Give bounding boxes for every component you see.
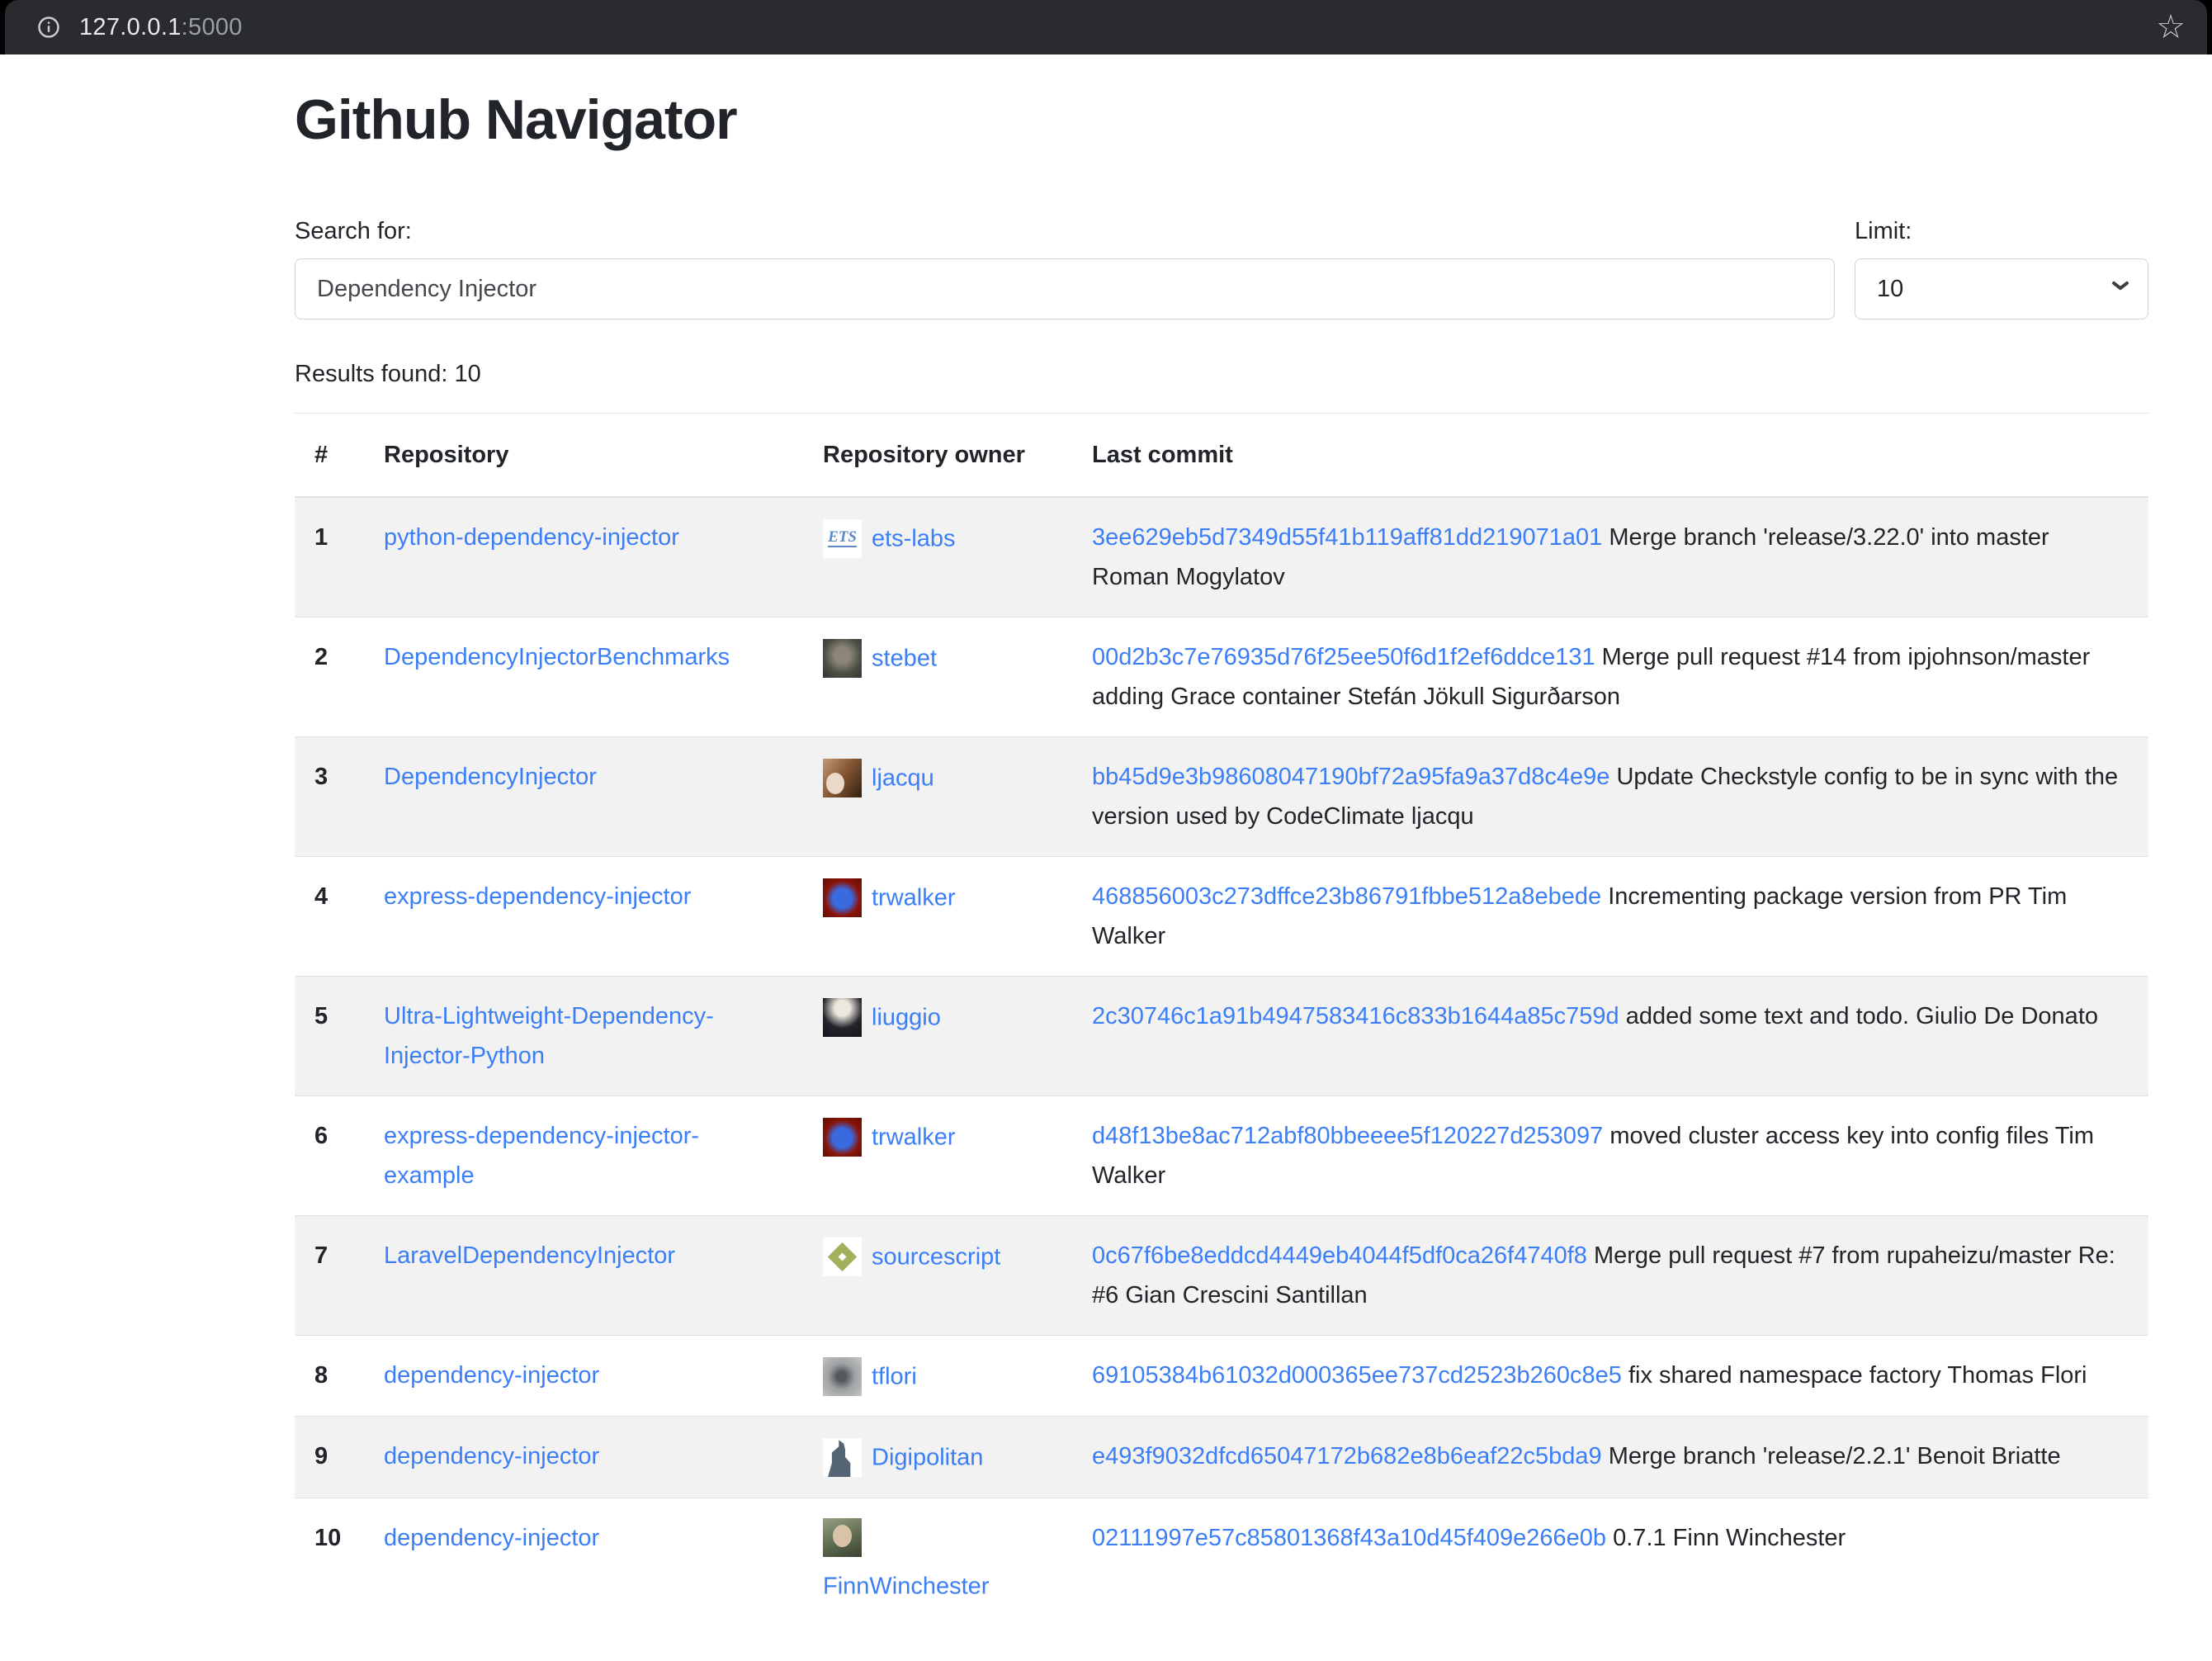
chevron-down-icon xyxy=(2111,283,2129,295)
commit-message: added some text and todo. Giulio De Dona… xyxy=(1626,1003,2098,1029)
info-icon[interactable] xyxy=(36,15,61,40)
owner-link[interactable]: liuggio xyxy=(872,1004,941,1030)
limit-label: Limit: xyxy=(1855,218,2148,245)
row-number: 5 xyxy=(295,977,364,1096)
owner-link[interactable]: stebet xyxy=(872,645,937,671)
repo-link[interactable]: python-dependency-injector xyxy=(384,524,679,551)
trwalker-photo-avatar xyxy=(823,1118,862,1157)
commit-hash-link[interactable]: bb45d9e3b98608047190bf72a95fa9a37d8c4e9e xyxy=(1092,764,1609,790)
page-title: Github Navigator xyxy=(295,54,2148,152)
url-port: :5000 xyxy=(182,14,243,40)
owner-link[interactable]: FinnWinchester xyxy=(823,1573,989,1599)
header-number: # xyxy=(295,414,364,498)
commit-hash-link[interactable]: 0c67f6be8eddcd4449eb4044f5df0ca26f4740f8 xyxy=(1092,1242,1587,1269)
bookmark-star-icon[interactable]: ☆ xyxy=(2156,11,2186,44)
row-number: 8 xyxy=(295,1336,364,1417)
commit-message: Merge branch 'release/2.2.1' Benoit Bria… xyxy=(1609,1443,2061,1469)
url-host: 127.0.0.1 xyxy=(79,14,182,40)
url-text: 127.0.0.1:5000 xyxy=(79,14,243,41)
repo-link[interactable]: dependency-injector xyxy=(384,1525,599,1551)
table-header-row: # Repository Repository owner Last commi… xyxy=(295,414,2148,498)
sourcescript-logo-avatar xyxy=(823,1237,862,1276)
stebet-photo-avatar xyxy=(823,639,862,678)
repo-link[interactable]: express-dependency-injector-example xyxy=(384,1123,699,1189)
liuggio-photo-avatar xyxy=(823,998,862,1037)
table-row: 3 DependencyInjector ljacqu bb45d9e3b986… xyxy=(295,737,2148,857)
row-number: 1 xyxy=(295,497,364,618)
tflori-photo-avatar xyxy=(823,1357,862,1396)
search-label: Search for: xyxy=(295,218,1835,245)
table-row: 2 DependencyInjectorBenchmarks stebet 00… xyxy=(295,618,2148,737)
owner-link[interactable]: ets-labs xyxy=(872,525,956,551)
table-row: 5 Ultra-Lightweight-Dependency-Injector-… xyxy=(295,977,2148,1096)
results-count: Results found: 10 xyxy=(295,361,2148,388)
repo-link[interactable]: DependencyInjector xyxy=(384,764,597,790)
address-bar[interactable]: 127.0.0.1:5000 ☆ xyxy=(5,0,2207,54)
table-row: 9 dependency-injector Digipolitan e493f9… xyxy=(295,1417,2148,1498)
row-number: 4 xyxy=(295,857,364,977)
table-row: 10 dependency-injector FinnWinchester 02… xyxy=(295,1498,2148,1626)
commit-hash-link[interactable]: 468856003c273dffce23b86791fbbe512a8ebede xyxy=(1092,883,1601,910)
table-row: 7 LaravelDependencyInjector sourcescript… xyxy=(295,1216,2148,1336)
owner-link[interactable]: ljacqu xyxy=(872,764,934,791)
repo-link[interactable]: dependency-injector xyxy=(384,1443,599,1469)
table-row: 4 express-dependency-injector trwalker 4… xyxy=(295,857,2148,977)
trwalker-photo-avatar xyxy=(823,878,862,917)
search-form: Search for: Limit: 10 xyxy=(295,218,2148,319)
header-repository: Repository xyxy=(364,414,803,498)
owner-link[interactable]: trwalker xyxy=(872,1124,956,1150)
commit-message: 0.7.1 Finn Winchester xyxy=(1613,1525,1846,1551)
repo-link[interactable]: DependencyInjectorBenchmarks xyxy=(384,644,730,670)
commit-hash-link[interactable]: e493f9032dfcd65047172b682e8b6eaf22c5bda9 xyxy=(1092,1443,1602,1469)
finnwinchester-photo-avatar xyxy=(823,1518,862,1557)
table-row: 6 express-dependency-injector-example tr… xyxy=(295,1096,2148,1216)
repo-link[interactable]: Ultra-Lightweight-Dependency-Injector-Py… xyxy=(384,1003,714,1069)
results-table: # Repository Repository owner Last commi… xyxy=(295,413,2148,1626)
commit-hash-link[interactable]: 3ee629eb5d7349d55f41b119aff81dd219071a01 xyxy=(1092,524,1602,551)
owner-link[interactable]: trwalker xyxy=(872,884,956,911)
repo-link[interactable]: express-dependency-injector xyxy=(384,883,691,910)
page-body: Github Navigator Search for: Limit: 10 R… xyxy=(0,54,2212,1661)
owner-link[interactable]: tflori xyxy=(872,1363,917,1389)
header-last-commit: Last commit xyxy=(1072,414,2148,498)
ljacqu-photo-avatar xyxy=(823,759,862,797)
limit-select[interactable]: 10 xyxy=(1855,258,2148,319)
table-row: 1 python-dependency-injector ETS ets-labs… xyxy=(295,497,2148,618)
row-number: 9 xyxy=(295,1417,364,1498)
repo-link[interactable]: dependency-injector xyxy=(384,1362,599,1389)
repo-link[interactable]: LaravelDependencyInjector xyxy=(384,1242,675,1269)
header-owner: Repository owner xyxy=(803,414,1072,498)
row-number: 6 xyxy=(295,1096,364,1216)
commit-hash-link[interactable]: 02111997e57c85801368f43a10d45f409e266e0b xyxy=(1092,1525,1606,1551)
table-row: 8 dependency-injector tflori 69105384b61… xyxy=(295,1336,2148,1417)
row-number: 10 xyxy=(295,1498,364,1626)
commit-hash-link[interactable]: 69105384b61032d000365ee737cd2523b260c8e5 xyxy=(1092,1362,1622,1389)
row-number: 7 xyxy=(295,1216,364,1336)
row-number: 2 xyxy=(295,618,364,737)
owner-link[interactable]: sourcescript xyxy=(872,1243,1000,1270)
ets-logo-text: ETS xyxy=(828,529,857,547)
limit-selected-value: 10 xyxy=(1877,276,1903,303)
owner-link[interactable]: Digipolitan xyxy=(872,1445,983,1471)
commit-hash-link[interactable]: 00d2b3c7e76935d76f25ee50f6d1f2ef6ddce131 xyxy=(1092,644,1595,670)
search-input[interactable] xyxy=(295,258,1835,319)
ets-labs-logo-avatar: ETS xyxy=(823,519,862,558)
commit-hash-link[interactable]: d48f13be8ac712abf80bbeeee5f120227d253097 xyxy=(1092,1123,1603,1149)
row-number: 3 xyxy=(295,737,364,857)
commit-hash-link[interactable]: 2c30746c1a91b4947583416c833b1644a85c759d xyxy=(1092,1003,1619,1029)
digipolitan-logo-avatar xyxy=(823,1438,862,1477)
browser-chrome: 127.0.0.1:5000 ☆ xyxy=(0,0,2212,54)
commit-message: fix shared namespace factory Thomas Flor… xyxy=(1628,1362,2087,1389)
